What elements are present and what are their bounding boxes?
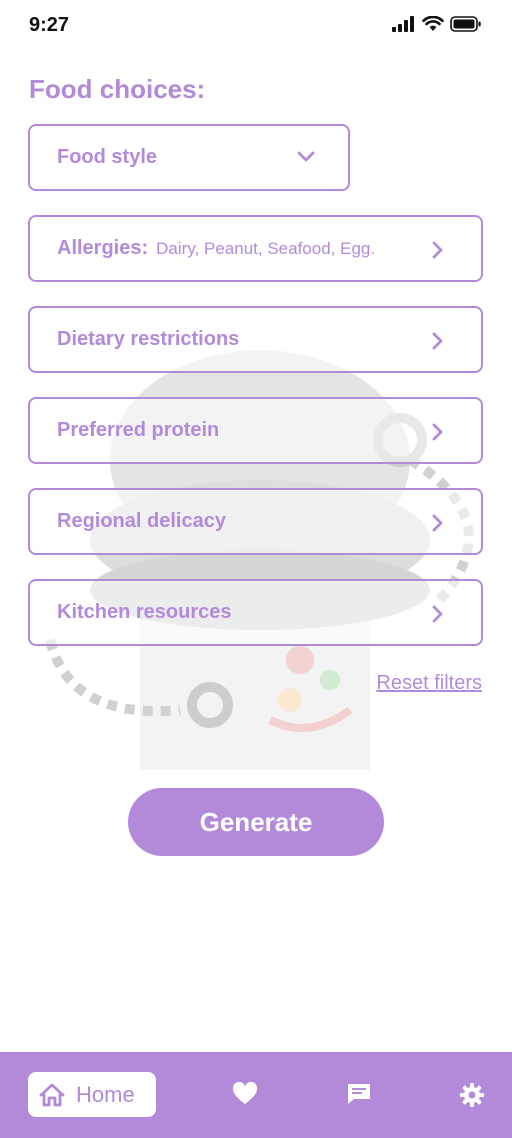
chevron-down-icon (297, 151, 315, 162)
status-icons (392, 16, 482, 32)
generate-button[interactable]: Generate (128, 788, 384, 856)
chat-icon[interactable] (346, 1082, 372, 1106)
dietary-restrictions-label: Dietary restrictions (57, 328, 240, 350)
preferred-protein-label: Preferred protein (57, 419, 220, 441)
page-title: Food choices: (29, 74, 206, 104)
food-style-dropdown[interactable]: Food style (28, 124, 350, 191)
regional-delicacy-label: Regional delicacy (57, 510, 226, 532)
kitchen-resources-row[interactable]: Kitchen resources (28, 579, 483, 646)
signal-icon (392, 16, 414, 32)
preferred-protein-row[interactable]: Preferred protein (28, 397, 483, 464)
allergies-label: Allergies: (57, 237, 149, 259)
kitchen-resources-label: Kitchen resources (57, 601, 232, 623)
chevron-right-icon (432, 423, 443, 441)
home-icon (39, 1083, 65, 1106)
reset-filters-link[interactable]: Reset filters (376, 672, 482, 695)
chevron-right-icon (432, 605, 443, 623)
regional-delicacy-row[interactable]: Regional delicacy (28, 488, 483, 555)
allergies-value: Dairy, Peanut, Seafood, Egg. (156, 238, 376, 258)
battery-icon (450, 16, 481, 32)
nav-home-tab[interactable]: Home (28, 1072, 156, 1117)
dietary-restrictions-row[interactable]: Dietary restrictions (28, 306, 483, 373)
status-time: 9:27 (29, 14, 70, 36)
chevron-right-icon (432, 514, 443, 532)
chevron-right-icon (432, 332, 443, 350)
food-style-label: Food style (57, 146, 158, 168)
status-bar: 9:27 (0, 0, 512, 52)
chevron-right-icon (432, 241, 443, 259)
home-label: Home (76, 1081, 135, 1107)
bottom-nav: Home (0, 1052, 512, 1138)
allergies-row[interactable]: Allergies: Dairy, Peanut, Seafood, Egg. (28, 215, 483, 282)
gear-icon[interactable] (459, 1082, 485, 1108)
heart-icon[interactable] (232, 1082, 258, 1106)
wifi-icon (422, 16, 444, 31)
